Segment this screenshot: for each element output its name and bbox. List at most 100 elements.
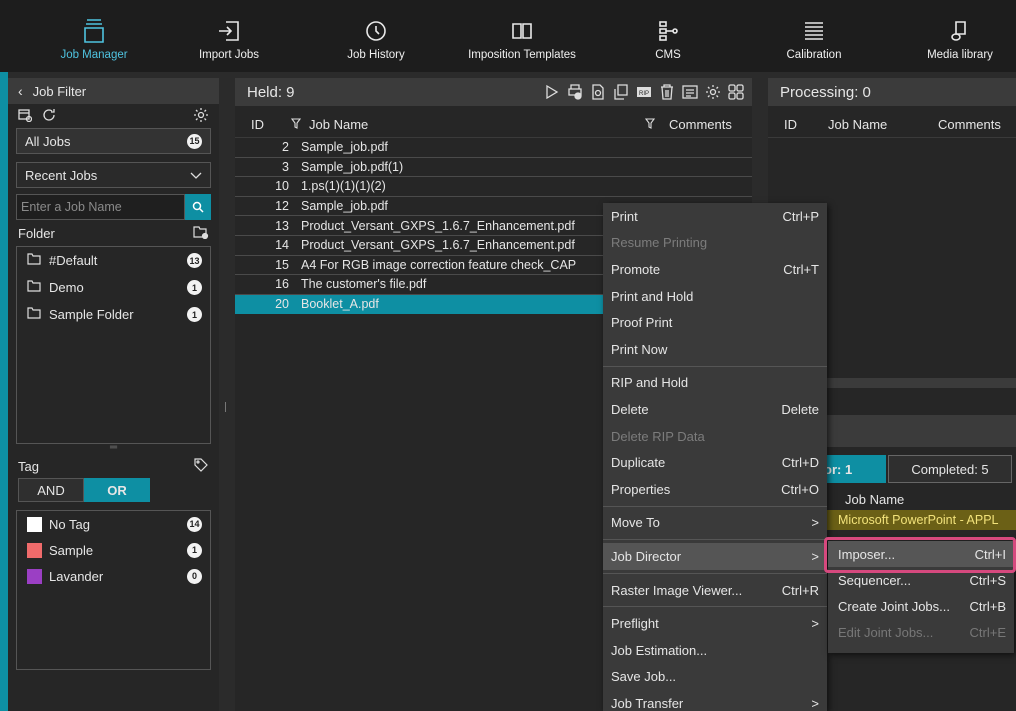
panel-splitter[interactable] xyxy=(219,78,235,711)
folder-label: Folder xyxy=(18,225,55,241)
splitter-grip xyxy=(225,402,226,412)
table-row[interactable]: 2 Sample_job.pdf xyxy=(235,138,752,158)
menu-item-duplicate[interactable]: Duplicate Ctrl+D xyxy=(603,449,827,476)
filter-icon[interactable] xyxy=(644,117,661,132)
menu-item-create-joint-jobs[interactable]: Create Joint Jobs... Ctrl+B xyxy=(828,593,1014,619)
play-icon[interactable] xyxy=(544,84,560,100)
menu-shortcut: Ctrl+R xyxy=(781,582,819,598)
col-job-name[interactable]: Job Name xyxy=(309,117,645,132)
col-id[interactable]: ID xyxy=(235,117,265,132)
nav-job-history[interactable]: Job History xyxy=(340,0,412,72)
menu-label: Job Director xyxy=(611,548,682,564)
nav-media-library[interactable]: Media library xyxy=(924,0,996,72)
chevron-left-icon[interactable]: ‹ xyxy=(18,83,23,99)
cms-icon xyxy=(655,18,681,44)
grid-view-icon[interactable] xyxy=(728,84,744,100)
nav-job-manager[interactable]: Job Manager xyxy=(48,0,140,72)
tag-list: No Tag 14 Sample 1 Lavander 0 xyxy=(16,510,211,670)
menu-label: Print xyxy=(611,208,638,224)
menu-item-save-job[interactable]: Save Job... xyxy=(603,664,827,691)
menu-item-delete[interactable]: Delete Delete xyxy=(603,396,827,423)
refresh-icon[interactable] xyxy=(42,108,56,125)
job-id: 12 xyxy=(275,199,289,214)
menu-item-preflight[interactable]: Preflight > xyxy=(603,610,827,637)
filter-settings-icon[interactable] xyxy=(18,108,33,125)
nav-imposition-templates[interactable]: Imposition Templates xyxy=(464,0,580,72)
menu-label: Raster Image Viewer... xyxy=(611,582,743,598)
tag-item[interactable]: No Tag 14 xyxy=(17,511,210,537)
folder-name: Demo xyxy=(49,280,84,295)
resize-handle[interactable]: ═ xyxy=(8,443,219,454)
properties-icon[interactable] xyxy=(682,84,698,100)
completed-tab[interactable]: Completed: 5 xyxy=(888,455,1012,483)
job-filter-header[interactable]: ‹ Job Filter xyxy=(8,78,219,104)
col-id[interactable]: ID xyxy=(768,117,828,132)
nav-cms[interactable]: CMS xyxy=(648,0,688,72)
menu-item-print-and-hold[interactable]: Print and Hold xyxy=(603,283,827,310)
recent-jobs-dropdown[interactable]: Recent Jobs xyxy=(16,162,211,188)
and-button[interactable]: AND xyxy=(18,478,84,502)
job-id: 13 xyxy=(275,218,289,233)
tag-icon[interactable] xyxy=(193,457,209,476)
table-row[interactable]: 3 Sample_job.pdf(1) xyxy=(235,158,752,178)
menu-item-rip-and-hold[interactable]: RIP and Hold xyxy=(603,370,827,397)
menu-item-properties[interactable]: Properties Ctrl+O xyxy=(603,476,827,503)
job-name-search-input[interactable] xyxy=(16,194,185,220)
job-id: 3 xyxy=(282,159,289,174)
tag-item[interactable]: Lavander 0 xyxy=(17,563,210,589)
folder-icon xyxy=(27,253,41,268)
menu-item-move-to[interactable]: Move To > xyxy=(603,510,827,537)
folder-item[interactable]: Demo 1 xyxy=(17,274,210,301)
menu-item-raster-image-viewer[interactable]: Raster Image Viewer... Ctrl+R xyxy=(603,577,827,604)
folder-name: Sample Folder xyxy=(49,307,134,322)
all-jobs-filter[interactable]: All Jobs 15 xyxy=(16,128,211,154)
col-comments[interactable]: Comments xyxy=(938,117,1001,132)
menu-shortcut: Ctrl+T xyxy=(783,261,819,277)
table-row[interactable]: 10 1.ps(1)(1)(1)(2) xyxy=(235,177,752,197)
calibration-icon xyxy=(801,18,827,44)
proof-print-icon[interactable] xyxy=(590,84,606,100)
tag-label: Tag xyxy=(18,458,39,474)
menu-label: Print and Hold xyxy=(611,288,694,304)
menu-shortcut: Ctrl+E xyxy=(969,624,1006,640)
menu-separator xyxy=(603,505,827,507)
menu-shortcut: Ctrl+O xyxy=(781,481,819,497)
nav-calibration[interactable]: Calibration xyxy=(782,0,846,72)
nav-label: Imposition Templates xyxy=(468,49,576,61)
col-comments[interactable]: Comments xyxy=(661,117,732,132)
folder-name: #Default xyxy=(49,253,98,268)
nav-import-jobs[interactable]: Import Jobs xyxy=(193,0,265,72)
menu-item-imposer[interactable]: Imposer... Ctrl+I xyxy=(828,541,1014,567)
menu-item-print-now[interactable]: Print Now xyxy=(603,336,827,363)
filter-icon[interactable] xyxy=(265,117,309,132)
menu-item-promote[interactable]: Promote Ctrl+T xyxy=(603,256,827,283)
folder-item[interactable]: #Default 13 xyxy=(17,247,210,274)
menu-separator xyxy=(603,606,827,608)
menu-item-job-transfer[interactable]: Job Transfer > xyxy=(603,690,827,711)
or-button[interactable]: OR xyxy=(84,478,150,502)
job-filter-panel: ‹ Job Filter All Jobs 15 Recent Jobs F xyxy=(8,78,219,711)
menu-label: Move To xyxy=(611,515,660,531)
delete-icon[interactable] xyxy=(659,84,675,100)
print-hold-icon[interactable] xyxy=(567,84,583,100)
processing-title: Processing: 0 xyxy=(780,83,871,101)
gear-icon[interactable] xyxy=(705,84,721,100)
add-folder-icon[interactable] xyxy=(193,225,209,242)
rip-icon[interactable]: RIP xyxy=(636,84,652,100)
nav-label: Job Manager xyxy=(60,49,128,61)
col-job-name[interactable]: Job Name xyxy=(828,117,938,132)
menu-item-sequencer[interactable]: Sequencer... Ctrl+S xyxy=(828,567,1014,593)
search-button[interactable] xyxy=(185,194,211,220)
folder-icon xyxy=(27,280,41,295)
tag-item[interactable]: Sample 1 xyxy=(17,537,210,563)
folder-item[interactable]: Sample Folder 1 xyxy=(17,301,210,328)
job-id: 16 xyxy=(275,277,289,292)
top-navigation: Job Manager Import Jobs Job History Impo… xyxy=(0,0,1016,72)
gear-icon[interactable] xyxy=(193,107,209,126)
menu-item-print[interactable]: Print Ctrl+P xyxy=(603,203,827,230)
menu-item-proof-print[interactable]: Proof Print xyxy=(603,309,827,336)
menu-item-job-director[interactable]: Job Director > xyxy=(603,543,827,570)
duplicate-icon[interactable] xyxy=(613,84,629,100)
menu-item-job-estimation[interactable]: Job Estimation... xyxy=(603,637,827,664)
menu-label: Edit Joint Jobs... xyxy=(838,624,934,640)
